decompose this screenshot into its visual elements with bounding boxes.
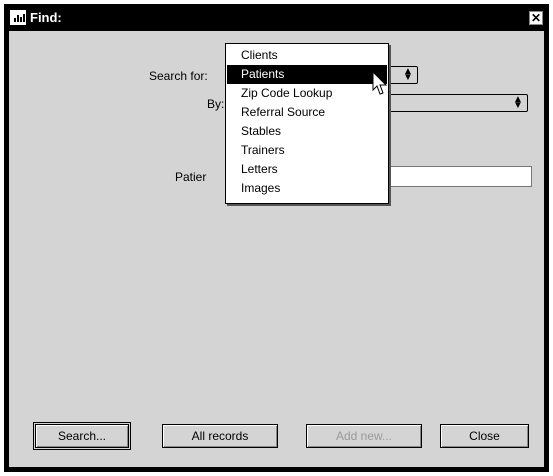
dropdown-option-clients[interactable]: Clients <box>227 46 387 65</box>
close-button[interactable]: Close <box>440 424 529 448</box>
updown-arrows-icon: ▲ ▼ <box>513 94 523 111</box>
dropdown-option-patients[interactable]: Patients <box>227 65 387 84</box>
dropdown-option-referral-source[interactable]: Referral Source <box>227 103 387 122</box>
window-title: Find: <box>30 10 62 25</box>
close-icon[interactable]: ✕ <box>529 11 543 25</box>
by-label: By: <box>207 97 225 111</box>
dropdown-option-trainers[interactable]: Trainers <box>227 141 387 160</box>
search-for-dropdown-menu: Clients Patients Zip Code Lookup Referra… <box>225 43 389 204</box>
patient-field-label: Patier <box>175 170 207 184</box>
updown-arrows-icon: ▲ ▼ <box>403 66 413 83</box>
dropdown-option-images[interactable]: Images <box>227 179 387 198</box>
dropdown-option-letters[interactable]: Letters <box>227 160 387 179</box>
title-bar[interactable]: Find: ✕ <box>4 4 549 31</box>
search-button[interactable]: Search... <box>33 422 131 450</box>
add-new-button[interactable]: Add new... <box>306 424 422 448</box>
dropdown-option-zip-code-lookup[interactable]: Zip Code Lookup <box>227 84 387 103</box>
mouse-pointer-icon <box>372 71 388 95</box>
all-records-button[interactable]: All records <box>162 424 278 448</box>
find-window: Find: ✕ Search for: ▲ ▼ By: ▲ ▼ Patier Cli… <box>4 4 549 472</box>
dropdown-option-stables[interactable]: Stables <box>227 122 387 141</box>
search-for-label: Search for: <box>149 69 208 83</box>
dialog-body: Search for: ▲ ▼ By: ▲ ▼ Patier Clients Pat… <box>9 31 544 467</box>
chart-icon <box>10 10 26 25</box>
